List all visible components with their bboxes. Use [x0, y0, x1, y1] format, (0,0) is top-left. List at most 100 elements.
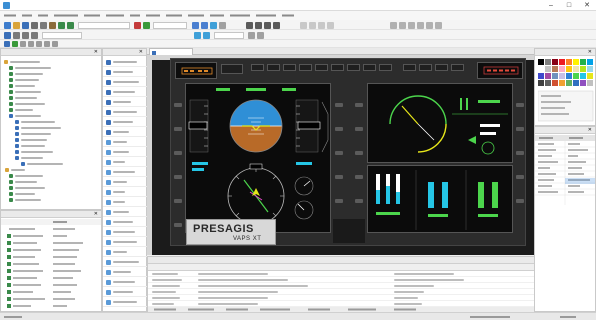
toolbar-tool-d-icon[interactable]	[327, 22, 334, 29]
cockpit-panel[interactable]: PRESAGIS VAPS XT	[170, 58, 526, 246]
palette-item[interactable]	[103, 227, 147, 237]
bezel-button[interactable]	[355, 151, 363, 155]
annunciator-button[interactable]	[283, 64, 296, 71]
toolbar-tool-a-icon[interactable]	[300, 22, 307, 29]
tree-item[interactable]	[9, 185, 45, 190]
tree-item[interactable]	[9, 65, 51, 70]
toolbar-tool-m-icon[interactable]	[4, 41, 10, 47]
palette-item[interactable]	[103, 117, 147, 127]
color-swatch-grid[interactable]	[538, 59, 594, 123]
table-column-1[interactable]	[192, 264, 388, 271]
navigation-display[interactable]	[367, 83, 513, 163]
toolbar-tool-c-icon[interactable]	[318, 22, 325, 29]
palette-item[interactable]	[103, 87, 147, 97]
toolbar-tool-l-icon[interactable]	[257, 32, 264, 39]
new-icon[interactable]	[4, 22, 11, 29]
bezel-button[interactable]	[516, 103, 524, 107]
annunciator-button[interactable]	[403, 64, 416, 71]
bezel-button[interactable]	[516, 151, 524, 155]
annunciator-button[interactable]	[221, 64, 243, 74]
toolbar-field-2[interactable]	[153, 22, 187, 29]
bezel-button[interactable]	[516, 199, 524, 203]
palette-item[interactable]	[103, 277, 147, 287]
annunciator-button[interactable]	[331, 64, 344, 71]
tree-item[interactable]	[9, 71, 43, 76]
stop-icon[interactable]	[134, 22, 141, 29]
palette-item[interactable]	[103, 257, 147, 267]
tree-item[interactable]	[15, 137, 47, 142]
annunciator-button[interactable]	[251, 64, 264, 71]
toolbar-tool-o-icon[interactable]	[20, 41, 26, 47]
annunciator-button[interactable]	[419, 64, 432, 71]
move-up-icon[interactable]	[246, 22, 253, 29]
palette-item[interactable]	[103, 187, 147, 197]
toolbar-field-3[interactable]	[42, 32, 82, 39]
bezel-button[interactable]	[335, 127, 343, 131]
tree-item[interactable]	[15, 119, 55, 124]
move-right-icon[interactable]	[273, 22, 280, 29]
tree-item[interactable]	[9, 107, 33, 112]
bezel-button[interactable]	[174, 199, 182, 203]
panel-close-icon[interactable]: ✕	[139, 49, 143, 56]
copy-icon[interactable]	[40, 22, 47, 29]
toolbar-tool-n-icon[interactable]	[12, 41, 18, 47]
tree-item[interactable]	[9, 113, 41, 118]
annunciator-button[interactable]	[347, 64, 360, 71]
bezel-button[interactable]	[516, 175, 524, 179]
paste-icon[interactable]	[49, 22, 56, 29]
tree-item[interactable]	[9, 89, 41, 94]
tree-item[interactable]	[9, 173, 43, 178]
palette-item[interactable]	[103, 57, 147, 67]
bezel-button[interactable]	[335, 151, 343, 155]
primary-flight-display[interactable]	[185, 83, 331, 233]
tree-item[interactable]	[5, 167, 25, 172]
group-icon[interactable]	[203, 32, 210, 39]
annunciator-button[interactable]	[299, 64, 312, 71]
annunciator-button[interactable]	[379, 64, 392, 71]
tree-item[interactable]	[15, 143, 45, 148]
tree-item[interactable]	[9, 197, 41, 202]
grid-icon[interactable]	[201, 22, 208, 29]
select-icon[interactable]	[4, 32, 11, 39]
palette-item[interactable]	[103, 237, 147, 247]
snap-icon[interactable]	[210, 22, 217, 29]
bezel-button[interactable]	[355, 127, 363, 131]
palette-item[interactable]	[103, 177, 147, 187]
variables-list[interactable]	[1, 219, 101, 311]
palette-item[interactable]	[103, 147, 147, 157]
tree-item[interactable]	[15, 131, 51, 136]
palette-item[interactable]	[103, 137, 147, 147]
bezel-button[interactable]	[355, 103, 363, 107]
annunciator-button[interactable]	[363, 64, 376, 71]
tree-item[interactable]	[15, 125, 61, 130]
annunciator-button[interactable]	[315, 64, 328, 71]
toolbar-tool-f-icon[interactable]	[399, 22, 406, 29]
bezel-button[interactable]	[355, 199, 363, 203]
close-button[interactable]: ✕	[578, 0, 596, 11]
bezel-button[interactable]	[355, 175, 363, 179]
bezel-button[interactable]	[516, 127, 524, 131]
toolbar-tool-i-icon[interactable]	[426, 22, 433, 29]
tree-item[interactable]	[15, 149, 53, 154]
annunciator-button[interactable]	[451, 64, 464, 71]
annunciator-button[interactable]	[267, 64, 280, 71]
palette-item[interactable]	[103, 127, 147, 137]
undo-icon[interactable]	[58, 22, 65, 29]
toolbar-tool-q-icon[interactable]	[36, 41, 42, 47]
rect-icon[interactable]	[22, 32, 29, 39]
move-left-icon[interactable]	[264, 22, 271, 29]
bezel-button[interactable]	[335, 199, 343, 203]
panel-close-icon[interactable]: ✕	[94, 211, 98, 218]
redo-icon[interactable]	[67, 22, 74, 29]
play-icon[interactable]	[143, 22, 150, 29]
toolbar-field-1[interactable]	[78, 22, 130, 29]
tree-item[interactable]	[9, 77, 39, 82]
toolbar-tool-e-icon[interactable]	[390, 22, 397, 29]
panel-close-icon[interactable]: ✕	[588, 49, 592, 56]
palette-item[interactable]	[103, 267, 147, 277]
palette-item[interactable]	[103, 297, 147, 307]
palette-item[interactable]	[103, 167, 147, 177]
palette-item[interactable]	[103, 77, 147, 87]
tree-item[interactable]	[21, 161, 63, 166]
bezel-button[interactable]	[174, 151, 182, 155]
